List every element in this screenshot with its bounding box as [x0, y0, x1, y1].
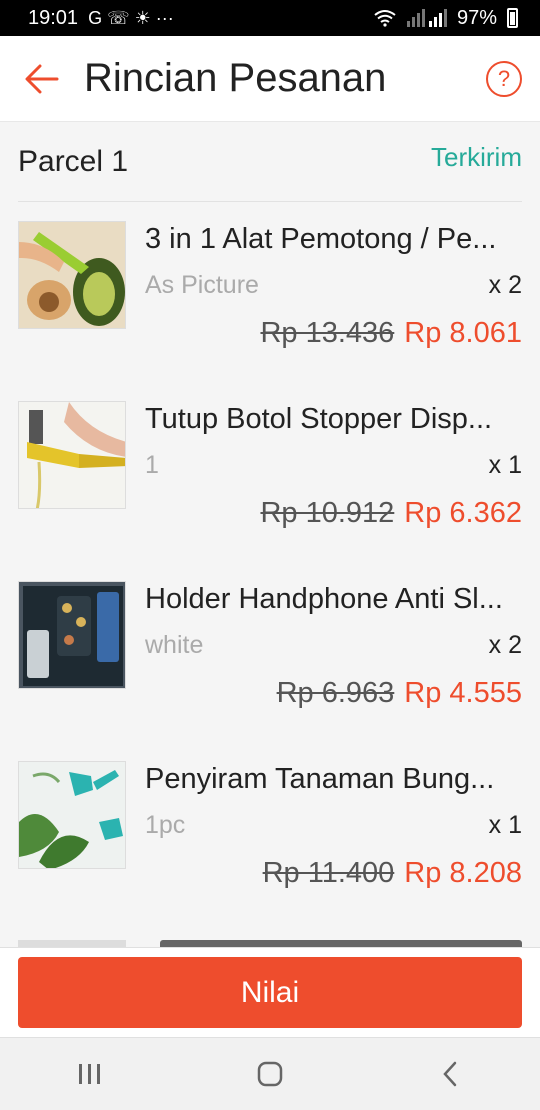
- product-thumbnail: [18, 221, 126, 329]
- rate-button[interactable]: Nilai: [18, 957, 522, 1028]
- product-name: Holder Handphone Anti Sl...: [145, 583, 503, 615]
- battery-icon: [507, 8, 518, 28]
- product-name: 3 in 1 Alat Pemotong / Pe...: [145, 223, 497, 255]
- product-thumbnail: [18, 401, 126, 509]
- discounted-price: Rp 4.555: [404, 677, 522, 709]
- recent-apps-button[interactable]: [50, 1044, 130, 1104]
- product-thumbnail: [18, 581, 126, 689]
- status-bar: 19:01 G ☏ ☀ ··· 97%: [0, 0, 540, 36]
- notification-icons: G ☏ ☀ ···: [88, 7, 174, 28]
- status-time: 19:01: [28, 6, 79, 29]
- product-variant: white: [145, 631, 204, 659]
- recent-apps-icon: [79, 1064, 100, 1084]
- price-row: Rp 11.400 Rp 8.208: [263, 857, 522, 890]
- product-quantity: x 2: [488, 631, 522, 659]
- parcel-title: Parcel 1: [18, 144, 129, 178]
- order-item[interactable]: Penyiram Tanaman Bung... 1pc x 1 Rp 11.4…: [18, 761, 522, 911]
- help-button[interactable]: ?: [486, 60, 522, 97]
- price-row: Rp 13.436 Rp 8.061: [260, 317, 522, 350]
- question-circle-icon: ?: [497, 65, 511, 91]
- order-details-content[interactable]: Parcel 1 Terkirim 3 in 1 Alat Pemotong /…: [0, 122, 540, 947]
- original-price: Rp 10.912: [260, 497, 395, 529]
- original-price: Rp 13.436: [260, 317, 395, 349]
- signal-icon: [406, 9, 447, 27]
- system-back-button[interactable]: [410, 1044, 490, 1104]
- product-thumbnail: [18, 761, 126, 869]
- chevron-left-icon: [443, 1061, 457, 1087]
- product-quantity: x 1: [488, 451, 522, 479]
- product-name: Tutup Botol Stopper Disp...: [145, 403, 493, 435]
- product-variant: As Picture: [145, 271, 259, 299]
- home-button[interactable]: [230, 1044, 310, 1104]
- order-item[interactable]: Tutup Botol Stopper Disp... 1 x 1 Rp 10.…: [18, 401, 522, 551]
- back-button[interactable]: [0, 36, 84, 122]
- price-row: Rp 6.963 Rp 4.555: [277, 677, 522, 710]
- wifi-icon: [374, 10, 396, 27]
- original-price: Rp 11.400: [262, 857, 395, 889]
- product-quantity: x 1: [488, 811, 522, 839]
- bottom-action-panel: Nilai: [0, 947, 540, 1037]
- home-icon: [257, 1061, 283, 1087]
- discounted-price: Rp 6.362: [404, 497, 522, 529]
- original-price: Rp 6.963: [276, 677, 395, 709]
- discounted-price: Rp 8.061: [404, 317, 522, 349]
- next-item-partial: [160, 940, 522, 947]
- order-item[interactable]: 3 in 1 Alat Pemotong / Pe... As Picture …: [18, 221, 522, 371]
- battery-percent: 97%: [456, 6, 497, 29]
- parcel-status: Terkirim: [431, 142, 522, 172]
- next-item-thumbnail-partial: [18, 940, 126, 947]
- discounted-price: Rp 8.208: [404, 857, 522, 889]
- product-quantity: x 2: [488, 271, 522, 299]
- order-item[interactable]: Holder Handphone Anti Sl... white x 2 Rp…: [18, 581, 522, 731]
- price-row: Rp 10.912 Rp 6.362: [260, 497, 522, 530]
- system-nav-bar: [0, 1037, 540, 1110]
- app-bar: Rincian Pesanan ?: [0, 36, 540, 122]
- parcel-header: Parcel 1 Terkirim: [18, 122, 522, 202]
- product-name: Penyiram Tanaman Bung...: [145, 763, 495, 795]
- product-variant: 1: [145, 451, 159, 479]
- page-title: Rincian Pesanan: [84, 56, 387, 100]
- arrow-left-icon: [25, 64, 59, 93]
- product-variant: 1pc: [145, 811, 186, 839]
